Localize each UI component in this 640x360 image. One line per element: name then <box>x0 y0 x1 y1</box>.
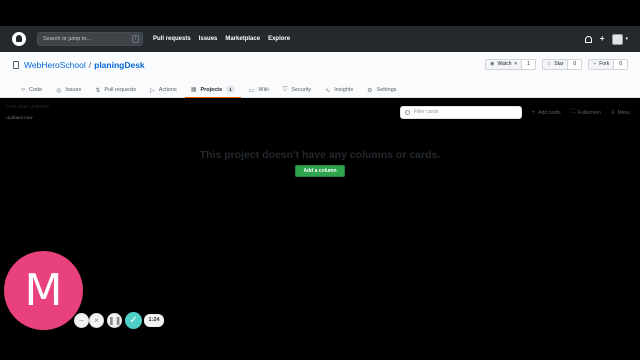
tab-label: Actions <box>158 87 177 93</box>
close-icon[interactable]: × <box>89 313 104 328</box>
menu-label: Menu <box>617 109 630 116</box>
nav-marketplace[interactable]: Marketplace <box>225 36 260 42</box>
repo-name-link[interactable]: planingDesk <box>94 60 145 70</box>
tab-label: Wiki <box>258 87 269 93</box>
star-group: ☆ Star 0 <box>541 59 583 70</box>
fork-count[interactable]: 0 <box>614 59 628 70</box>
tab-label: Code <box>29 87 43 93</box>
tab-settings[interactable]: ⚙ Settings <box>361 82 402 98</box>
tab-security[interactable]: ⛉ Security <box>277 82 317 98</box>
empty-state-message: This project doesn't have any columns or… <box>199 149 441 161</box>
tab-code[interactable]: ‹› Code <box>15 82 48 98</box>
fork-icon: ⑂ <box>593 61 597 67</box>
tab-pull-requests[interactable]: ⇅ Pull requests <box>89 82 142 98</box>
tab-insights[interactable]: ∿ Insights <box>319 82 359 98</box>
star-button[interactable]: ☆ Star <box>541 59 569 70</box>
plus-icon[interactable]: + <box>600 35 605 43</box>
tab-label: Projects <box>200 86 223 93</box>
eye-icon: ◉ <box>490 61 495 67</box>
gear-icon: ⚙ <box>367 87 373 94</box>
search-shortcut-key: / <box>132 35 139 43</box>
tab-projects[interactable]: ▦ Projects 1 <box>184 82 241 98</box>
tab-label: Security <box>291 87 312 93</box>
search-placeholder: Search or jump to... <box>43 36 91 42</box>
fullscreen-icon: ⛶ <box>570 109 575 115</box>
nav-explore[interactable]: Explore <box>268 36 290 42</box>
menu-icon: ≡ <box>610 109 615 116</box>
recorder-avatar: M <box>4 251 83 330</box>
add-column-button[interactable]: Add a column <box>295 165 345 177</box>
chevron-down-icon[interactable]: ▾ <box>625 36 628 42</box>
fork-group: ⑂ Fork 0 <box>588 59 628 70</box>
header-nav: Pull requests Issues Marketplace Explore <box>153 36 298 42</box>
graph-icon: ∿ <box>325 87 331 94</box>
tab-label: Settings <box>376 87 397 93</box>
nav-pull-requests[interactable]: Pull requests <box>153 36 191 42</box>
star-count[interactable]: 0 <box>568 59 583 70</box>
tab-label: Pull requests <box>104 87 137 93</box>
star-icon: ☆ <box>546 61 552 67</box>
tab-label: Insights <box>334 87 354 93</box>
bell-icon[interactable] <box>584 35 592 43</box>
repo-separator: / <box>88 60 92 70</box>
nav-issues[interactable]: Issues <box>199 36 218 42</box>
fork-label: Fork <box>599 61 610 67</box>
github-logo-icon[interactable] <box>12 32 26 46</box>
add-cards-button[interactable]: + Add cards <box>532 110 561 116</box>
watch-count[interactable]: 1 <box>521 59 536 70</box>
menu-button[interactable]: ≡ Menu <box>611 110 630 116</box>
pause-icon[interactable]: ❚❚ <box>107 313 122 328</box>
fullscreen-label: Fullscreen <box>577 109 601 116</box>
search-icon <box>404 110 410 115</box>
code-icon: ‹› <box>21 87 25 93</box>
filter-placeholder: Filter cards <box>413 109 439 115</box>
repo-owner-link[interactable]: WebHeroSchool <box>24 60 86 70</box>
top-header: Search or jump to... / Pull requests Iss… <box>0 26 640 52</box>
tab-label: Issues <box>65 87 82 93</box>
star-label: Star <box>554 61 564 67</box>
plus-icon: + <box>531 109 536 116</box>
check-icon[interactable]: ✓ <box>125 312 142 329</box>
fork-button[interactable]: ⑂ Fork <box>588 59 615 70</box>
play-icon: ▷ <box>150 87 155 94</box>
pull-request-icon: ⇅ <box>95 87 101 94</box>
watch-group: ◉ Watch ▾ 1 <box>485 59 536 70</box>
video-frame: Search or jump to... / Pull requests Iss… <box>0 0 640 360</box>
tab-count: 1 <box>226 86 235 93</box>
avatar[interactable] <box>612 33 624 45</box>
minimize-icon[interactable]: – <box>74 313 89 328</box>
repo-title: WebHeroSchool / planingDesk <box>13 60 145 70</box>
add-cards-label: Add cards <box>538 109 561 116</box>
watch-label: Watch <box>497 61 512 67</box>
watch-button[interactable]: ◉ Watch ▾ <box>485 59 522 70</box>
repo-actions: ◉ Watch ▾ 1 ☆ Star 0 ⑂ Fork 0 <box>479 59 628 70</box>
project-updated: Updated now <box>6 115 33 120</box>
chevron-down-icon: ▾ <box>514 61 517 67</box>
project-icon: ▦ <box>190 87 197 93</box>
repo-tabs: ‹› Code ◎ Issues ⇅ Pull requests ▷ Actions ▦… <box>15 82 404 98</box>
shield-icon: ⛉ <box>282 86 288 93</box>
repo-icon <box>13 61 19 69</box>
recording-timer: 1:24 <box>144 314 164 327</box>
fullscreen-button[interactable]: ⛶ Fullscreen <box>571 109 601 116</box>
tab-issues[interactable]: ◎ Issues <box>50 82 87 98</box>
issue-icon: ◎ <box>56 87 62 94</box>
tab-actions[interactable]: ▷ Actions <box>144 82 183 98</box>
filter-cards-input[interactable]: Filter cards <box>399 106 522 119</box>
project-toolbar: Filter cards + Add cards ⛶ Fullscreen ≡ Men… <box>399 106 630 119</box>
project-title[interactable]: Lets start projects <box>6 104 49 110</box>
book-icon: ▭ <box>248 87 255 94</box>
header-right: + ▾ <box>584 33 628 45</box>
search-input[interactable]: Search or jump to... / <box>37 32 143 46</box>
tab-wiki[interactable]: ▭ Wiki <box>243 82 275 98</box>
